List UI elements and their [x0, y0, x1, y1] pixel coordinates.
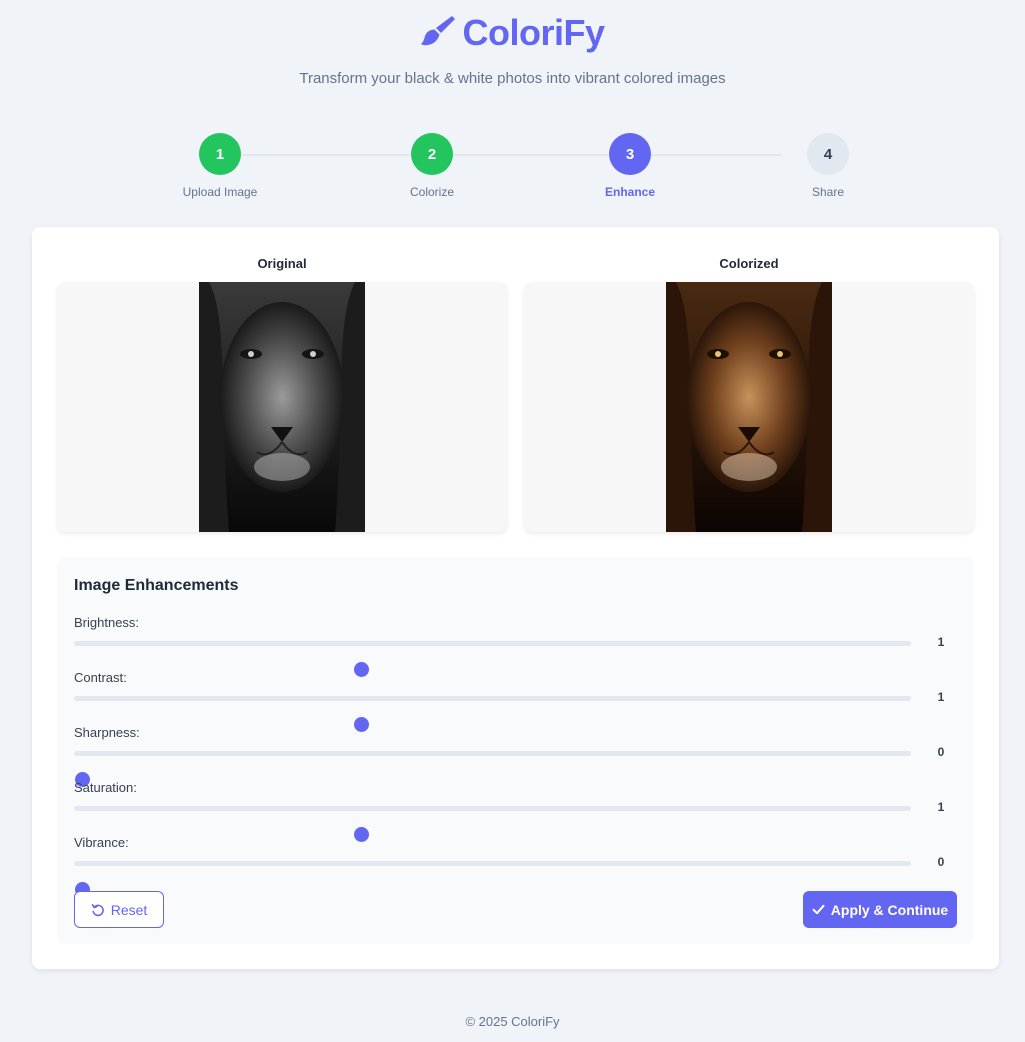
apply-continue-button[interactable]: Apply & Continue	[803, 891, 957, 928]
step-number: 3	[609, 133, 651, 175]
footer-copyright: © 2025 ColoriFy	[465, 1014, 560, 1029]
contrast-label: Contrast:	[74, 670, 127, 685]
undo-icon	[91, 903, 104, 916]
header: ColoriFy	[0, 12, 1025, 54]
saturation-value: 1	[937, 800, 945, 814]
vibrance-control: Vibrance: 0	[74, 835, 954, 897]
logo[interactable]: ColoriFy	[420, 12, 605, 54]
brightness-slider[interactable]	[74, 641, 911, 677]
sharpness-value: 0	[937, 745, 945, 759]
progress-stepper: 1 Upload Image 2 Colorize 3 Enhance 4 Sh…	[0, 133, 1025, 205]
saturation-label: Saturation:	[74, 780, 137, 795]
original-preview	[57, 282, 507, 532]
colorized-preview	[524, 282, 974, 532]
check-icon	[812, 904, 825, 915]
step-share[interactable]: 4 Share	[768, 133, 888, 199]
step-enhance[interactable]: 3 Enhance	[570, 133, 690, 199]
step-number: 1	[199, 133, 241, 175]
vibrance-value: 0	[937, 855, 945, 869]
paintbrush-icon	[420, 13, 456, 54]
step-colorize[interactable]: 2 Colorize	[372, 133, 492, 199]
contrast-control: Contrast: 1	[74, 670, 954, 732]
original-title: Original	[257, 256, 307, 271]
step-upload[interactable]: 1 Upload Image	[160, 133, 280, 199]
step-number: 4	[807, 133, 849, 175]
colorized-title: Colorized	[719, 256, 779, 271]
saturation-control: Saturation: 1	[74, 780, 954, 842]
reset-label: Reset	[110, 901, 148, 918]
step-label: Upload Image	[182, 185, 258, 199]
step-label: Share	[811, 185, 845, 199]
contrast-slider[interactable]	[74, 696, 911, 732]
original-photo	[199, 282, 365, 532]
vibrance-slider[interactable]	[74, 861, 911, 897]
tagline: Transform your black & white photos into…	[299, 70, 726, 87]
reset-button[interactable]: Reset	[74, 891, 164, 928]
enhancements-title: Image Enhancements	[74, 577, 239, 594]
editor-card: Original Colorized Image Enhancements Br…	[32, 227, 999, 969]
sharpness-label: Sharpness:	[74, 725, 140, 740]
step-label: Enhance	[604, 185, 655, 199]
brightness-label: Brightness:	[74, 615, 140, 630]
contrast-value: 1	[937, 690, 945, 704]
brightness-value: 1	[937, 635, 945, 649]
vibrance-label: Vibrance:	[74, 835, 129, 850]
step-number: 2	[411, 133, 453, 175]
sharpness-control: Sharpness: 0	[74, 725, 954, 787]
enhancements-panel: Image Enhancements Brightness: 1 Contras…	[57, 557, 974, 944]
step-label: Colorize	[409, 185, 454, 199]
sharpness-slider[interactable]	[74, 751, 911, 787]
colorized-photo	[666, 282, 832, 532]
app-name: ColoriFy	[462, 12, 605, 53]
brightness-control: Brightness: 1	[74, 615, 954, 677]
apply-label: Apply & Continue	[830, 901, 949, 918]
saturation-slider[interactable]	[74, 806, 911, 842]
